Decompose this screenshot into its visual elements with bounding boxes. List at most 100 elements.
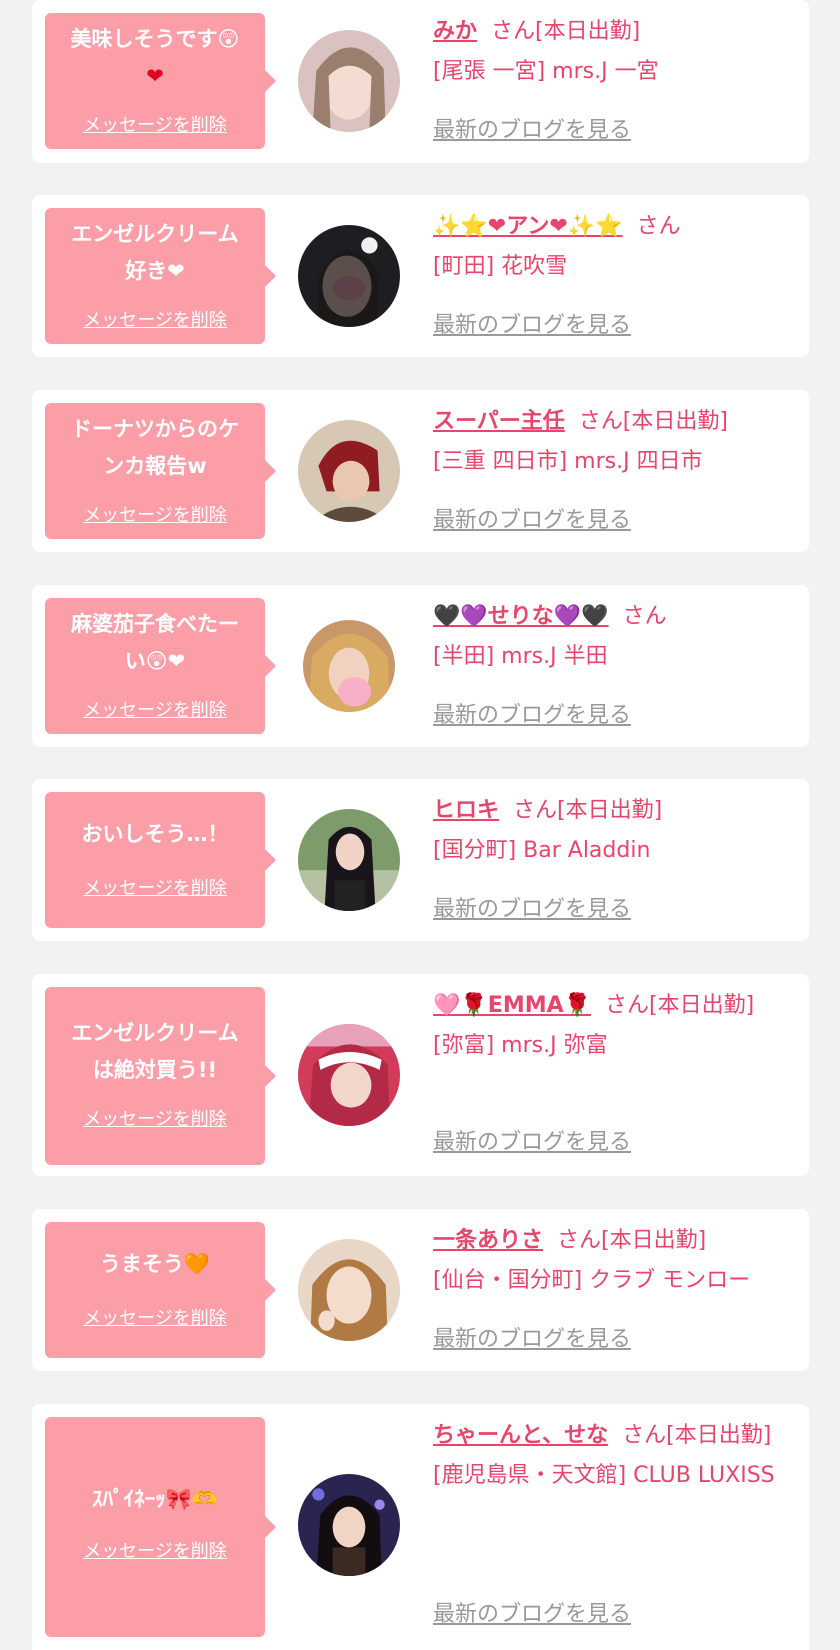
comment-line: エンゼルクリーム [71, 1021, 239, 1045]
comment-line: 麻婆茄子食べたー [71, 612, 239, 636]
message-card: エンゼルクリーム 好き❤ メッセージを削除 ✨⭐❤アン❤✨⭐ さん [町田] 花吹… [32, 195, 809, 357]
sender-info: 🖤💜せりな💜🖤 さん [半田] mrs.J 半田 [433, 597, 785, 677]
name-line: 一条ありさ さん[本日出勤] [433, 1221, 785, 1261]
comment-line: おいしそう…！ [81, 822, 229, 846]
comment-line: 好き❤ [125, 259, 185, 283]
shop-line: [国分町] Bar Aladdin [433, 838, 651, 863]
message-card: ドーナツからのケ ンカ報告w メッセージを削除 スーパー主任 さん[本日出勤] [… [32, 390, 809, 552]
comment-text: ｽﾊﾟｲﾈｰｯ🎀🫶 [45, 1417, 265, 1518]
name-line: ちゃーんと、せな さん[本日出勤] [433, 1416, 785, 1456]
avatar[interactable] [298, 30, 400, 132]
sender-name-link[interactable]: 🖤💜せりな💜🖤 [433, 604, 609, 629]
comment-text: うまそう🧡 [45, 1222, 265, 1283]
comment-line: い😲❤ [124, 649, 186, 673]
comment-bubble: エンゼルクリーム は絶対買う!! メッセージを削除 [45, 987, 276, 1165]
name-suffix: さん[本日出勤] [578, 409, 728, 434]
comment-line: ❤ [146, 64, 164, 88]
name-suffix: さん[本日出勤] [513, 798, 663, 823]
comment-line: 美味しそうです😲 [70, 27, 240, 51]
comment-bubble: ドーナツからのケ ンカ報告w メッセージを削除 [45, 403, 276, 539]
name-suffix: さん[本日出勤] [605, 993, 755, 1018]
avatar[interactable] [298, 1474, 400, 1576]
sender-info: スーパー主任 さん[本日出勤] [三重 四日市] mrs.J 四日市 [433, 402, 785, 482]
shop-line: [仙台・国分町] クラブ モンロー [433, 1268, 751, 1293]
shop-line: [鹿児島県・天文館] CLUB LUXISS [433, 1463, 775, 1488]
shop-line: [半田] mrs.J 半田 [433, 644, 608, 669]
avatar[interactable] [298, 1239, 400, 1341]
message-card: 美味しそうです😲 ❤ メッセージを削除 みか さん[本日出勤] [尾張 一宮] m… [32, 0, 809, 163]
comment-text: エンゼルクリーム は絶対買う!! [45, 987, 265, 1089]
comment-bubble: 美味しそうです😲 ❤ メッセージを削除 [45, 13, 276, 149]
delete-message-link[interactable]: メッセージを削除 [45, 874, 265, 900]
sender-name-link[interactable]: スーパー主任 [433, 409, 565, 434]
message-card: おいしそう…！ メッセージを削除 ヒロキ さん[本日出勤] [国分町] Bar A… [32, 779, 809, 941]
name-line: ヒロキ さん[本日出勤] [433, 791, 785, 831]
comment-bubble: エンゼルクリーム 好き❤ メッセージを削除 [45, 208, 276, 344]
name-line: みか さん[本日出勤] [433, 12, 785, 52]
name-line: 🩷🌹EMMA🌹 さん[本日出勤] [433, 986, 785, 1026]
comment-text: おいしそう…！ [45, 792, 265, 853]
shop-line: [町田] 花吹雪 [433, 254, 568, 279]
message-card: ｽﾊﾟｲﾈｰｯ🎀🫶 メッセージを削除 ちゃーんと、せな さん[本日出勤] [鹿児島… [32, 1404, 809, 1650]
comment-text: ドーナツからのケ ンカ報告w [45, 403, 265, 485]
delete-message-link[interactable]: メッセージを削除 [45, 1537, 265, 1563]
comment-text: 麻婆茄子食べたー い😲❤ [45, 598, 265, 680]
sender-name-link[interactable]: ✨⭐❤アン❤✨⭐ [433, 214, 623, 239]
sender-name-link[interactable]: ヒロキ [433, 798, 499, 823]
comment-text: エンゼルクリーム 好き❤ [45, 208, 265, 290]
sender-name-link[interactable]: ちゃーんと、せな [433, 1423, 608, 1448]
shop-line: [弥富] mrs.J 弥富 [433, 1033, 608, 1058]
avatar[interactable] [303, 620, 395, 712]
delete-message-link[interactable]: メッセージを削除 [45, 1105, 265, 1131]
name-suffix: さん[本日出勤] [491, 19, 641, 44]
shop-line: [三重 四日市] mrs.J 四日市 [433, 449, 703, 474]
latest-blog-link[interactable]: 最新のブログを見る [433, 1596, 631, 1628]
comment-line: は絶対買う!! [92, 1058, 218, 1082]
comment-line: うまそう🧡 [99, 1252, 211, 1276]
sender-name-link[interactable]: 一条ありさ [433, 1228, 543, 1253]
name-suffix: さん[本日出勤] [557, 1228, 707, 1253]
latest-blog-link[interactable]: 最新のブログを見る [433, 1321, 631, 1353]
name-line: スーパー主任 さん[本日出勤] [433, 402, 785, 442]
sender-info: 一条ありさ さん[本日出勤] [仙台・国分町] クラブ モンロー [433, 1221, 785, 1301]
comment-bubble: 麻婆茄子食べたー い😲❤ メッセージを削除 [45, 598, 276, 734]
delete-message-link[interactable]: メッセージを削除 [45, 111, 265, 137]
avatar[interactable] [298, 1024, 400, 1126]
comment-line: ｽﾊﾟｲﾈｰｯ🎀🫶 [92, 1487, 218, 1511]
name-line: ✨⭐❤アン❤✨⭐ さん [433, 207, 785, 247]
comment-line: ンカ報告w [103, 454, 207, 478]
delete-message-link[interactable]: メッセージを削除 [45, 501, 265, 527]
message-card: エンゼルクリーム は絶対買う!! メッセージを削除 🩷🌹EMMA🌹 さん[本日出勤… [32, 974, 809, 1176]
sender-name-link[interactable]: みか [433, 19, 477, 44]
comment-bubble: うまそう🧡 メッセージを削除 [45, 1222, 276, 1358]
latest-blog-link[interactable]: 最新のブログを見る [433, 307, 631, 339]
latest-blog-link[interactable]: 最新のブログを見る [433, 502, 631, 534]
name-suffix: さん [636, 214, 681, 239]
delete-message-link[interactable]: メッセージを削除 [45, 306, 265, 332]
message-card: 麻婆茄子食べたー い😲❤ メッセージを削除 🖤💜せりな💜🖤 さん [半田] mrs… [32, 585, 809, 747]
latest-blog-link[interactable]: 最新のブログを見る [433, 112, 631, 144]
latest-blog-link[interactable]: 最新のブログを見る [433, 891, 631, 923]
avatar[interactable] [298, 809, 400, 911]
delete-message-link[interactable]: メッセージを削除 [45, 1304, 265, 1330]
comment-bubble: おいしそう…！ メッセージを削除 [45, 792, 276, 928]
sender-info: ちゃーんと、せな さん[本日出勤] [鹿児島県・天文館] CLUB LUXISS [433, 1416, 785, 1496]
message-card: うまそう🧡 メッセージを削除 一条ありさ さん[本日出勤] [仙台・国分町] クラ… [32, 1209, 809, 1371]
avatar[interactable] [298, 420, 400, 522]
comment-text: 美味しそうです😲 ❤ [45, 13, 265, 95]
comment-line: エンゼルクリーム [71, 222, 239, 246]
sender-name-link[interactable]: 🩷🌹EMMA🌹 [433, 993, 591, 1018]
comment-bubble: ｽﾊﾟｲﾈｰｯ🎀🫶 メッセージを削除 [45, 1417, 276, 1637]
sender-info: ヒロキ さん[本日出勤] [国分町] Bar Aladdin [433, 791, 785, 871]
name-suffix: さん [622, 604, 667, 629]
shop-line: [尾張 一宮] mrs.J 一宮 [433, 59, 659, 84]
delete-message-link[interactable]: メッセージを削除 [45, 696, 265, 722]
sender-info: 🩷🌹EMMA🌹 さん[本日出勤] [弥富] mrs.J 弥富 [433, 986, 785, 1066]
name-line: 🖤💜せりな💜🖤 さん [433, 597, 785, 637]
latest-blog-link[interactable]: 最新のブログを見る [433, 697, 631, 729]
latest-blog-link[interactable]: 最新のブログを見る [433, 1124, 631, 1156]
sender-info: みか さん[本日出勤] [尾張 一宮] mrs.J 一宮 [433, 12, 785, 92]
avatar[interactable] [298, 225, 400, 327]
name-suffix: さん[本日出勤] [622, 1423, 772, 1448]
comment-line: ドーナツからのケ [71, 417, 239, 441]
